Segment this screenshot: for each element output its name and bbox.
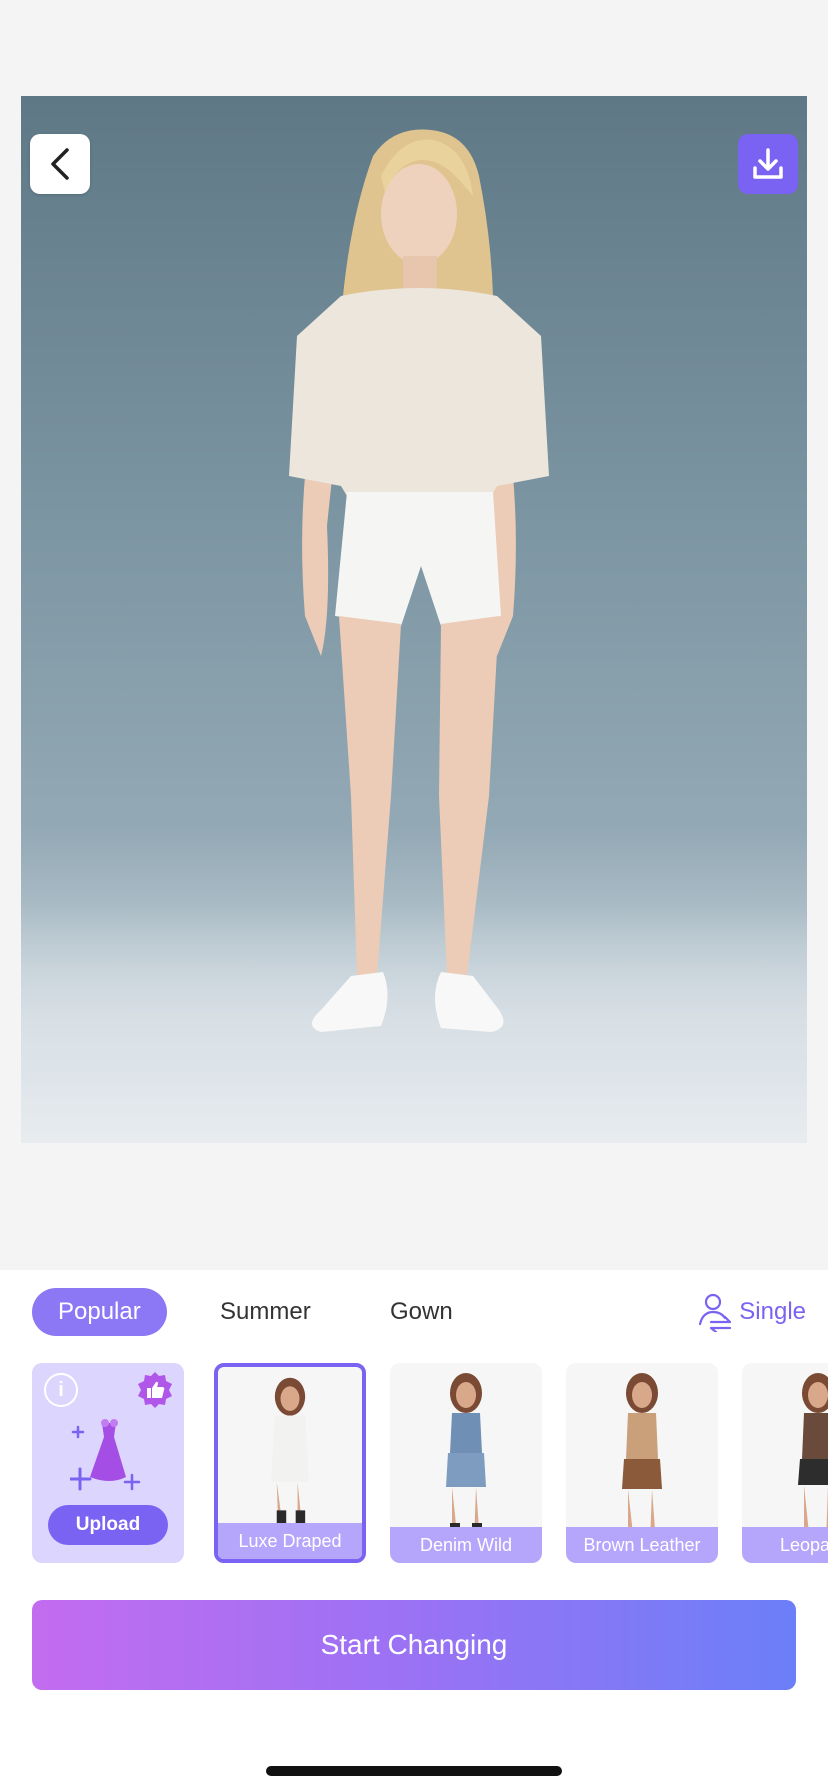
upload-button[interactable]: Upload: [48, 1505, 168, 1545]
outfit-card-leopard[interactable]: Leopa: [742, 1363, 828, 1563]
category-tabs: Popular Summer Gown Single: [0, 1270, 828, 1354]
tab-gown[interactable]: Gown: [390, 1288, 453, 1336]
person-switch-icon: [699, 1293, 732, 1332]
outfit-card-luxe-draped[interactable]: Luxe Draped: [214, 1363, 366, 1563]
tab-summer[interactable]: Summer: [220, 1288, 311, 1336]
outfit-label: Denim Wild: [390, 1527, 542, 1563]
upload-card[interactable]: i Upload: [32, 1363, 184, 1563]
model-photo: [21, 96, 807, 1143]
outfit-card-brown-leather[interactable]: Brown Leather: [566, 1363, 718, 1563]
thumbs-up-badge-icon: [138, 1372, 172, 1408]
single-mode-toggle[interactable]: Single: [697, 1288, 806, 1336]
outfit-label: Luxe Draped: [218, 1523, 362, 1559]
dress-sparkle-icon: [70, 1419, 141, 1491]
model-figure: [289, 129, 549, 1032]
outfit-card-denim-wild[interactable]: Denim Wild: [390, 1363, 542, 1563]
tab-popular[interactable]: Popular: [32, 1288, 167, 1336]
download-icon: [753, 148, 783, 179]
outfit-carousel[interactable]: i Upload Luxe Draped Denim Wild Brown Le…: [0, 1363, 828, 1563]
download-button[interactable]: [738, 134, 798, 194]
outfit-panel: Popular Summer Gown Single i Upload Luxe…: [0, 1270, 828, 1792]
back-button[interactable]: [30, 134, 90, 194]
single-mode-label: Single: [739, 1298, 806, 1325]
chevron-left-icon: [51, 148, 69, 180]
screen: Popular Summer Gown Single i Upload Luxe…: [0, 0, 828, 1792]
outfit-label: Brown Leather: [566, 1527, 718, 1563]
start-changing-button[interactable]: Start Changing: [32, 1600, 796, 1690]
outfit-label: Leopa: [742, 1527, 828, 1563]
info-icon[interactable]: i: [44, 1373, 78, 1407]
home-indicator: [266, 1766, 562, 1776]
